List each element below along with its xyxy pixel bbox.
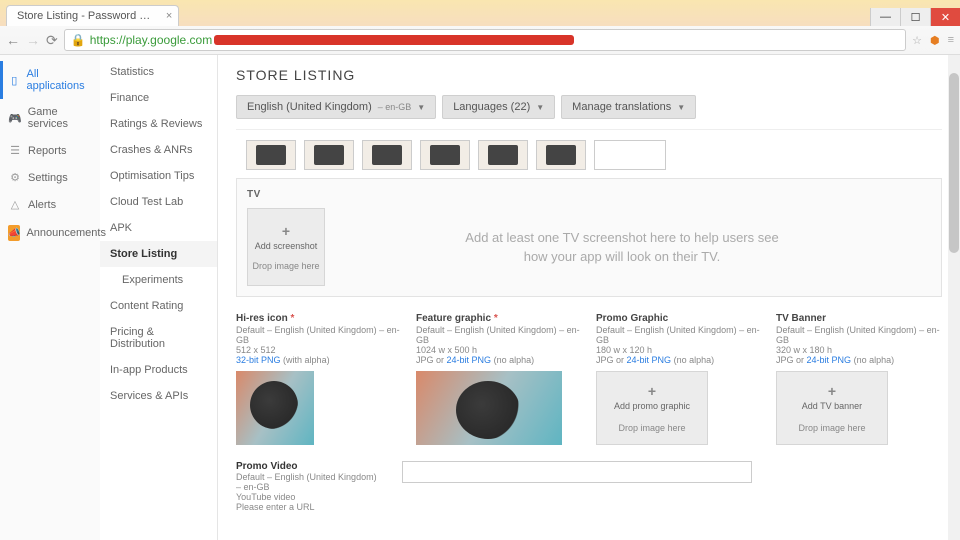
tab-bar: Store Listing - Password … × — ☐ ✕ — [0, 0, 960, 26]
subnav-finance[interactable]: Finance — [100, 85, 217, 111]
extension-icon[interactable]: ⬢ — [930, 34, 940, 47]
nav-alerts[interactable]: △Alerts — [0, 191, 100, 218]
menu-icon[interactable]: ≡ — [948, 34, 954, 46]
subnav-store-listing[interactable]: Store Listing — [100, 241, 217, 267]
nav-game-services[interactable]: 🎮Game services — [0, 99, 100, 137]
subnav-experiments[interactable]: Experiments — [100, 267, 217, 293]
reports-icon: ☰ — [8, 144, 22, 157]
screenshot-thumb[interactable] — [420, 140, 470, 170]
subnav-content-rating[interactable]: Content Rating — [100, 293, 217, 319]
nav-all-applications[interactable]: ▯All applications — [0, 61, 100, 99]
asset-hires: Hi-res icon * Default – English (United … — [236, 313, 402, 445]
add-tv-banner[interactable]: + Add TV banner Drop image here — [776, 371, 888, 445]
plus-icon: + — [282, 223, 290, 239]
screenshot-thumb[interactable] — [304, 140, 354, 170]
plus-icon: + — [828, 383, 836, 399]
screenshot-thumb-row — [236, 130, 942, 178]
url-field[interactable]: 🔒 https://play.google.com — [64, 29, 906, 51]
nav-announcements[interactable]: 📣Announcements — [0, 218, 100, 248]
tab-title: Store Listing - Password … — [17, 10, 150, 22]
promo-video-row: Promo Video Default – English (United Ki… — [236, 461, 942, 512]
asset-promo: Promo Graphic Default – English (United … — [596, 313, 762, 445]
chevron-down-icon: ▼ — [417, 103, 425, 112]
scrollbar[interactable] — [948, 55, 960, 540]
asset-feature: Feature graphic * Default – English (Uni… — [416, 313, 582, 445]
forward-icon[interactable]: → — [26, 32, 40, 49]
pill-languages[interactable]: Languages (22) ▼ — [442, 95, 555, 119]
subnav-cloud-test[interactable]: Cloud Test Lab — [100, 189, 217, 215]
window-controls: — ☐ ✕ — [870, 8, 960, 26]
browser-tab[interactable]: Store Listing - Password … × — [6, 5, 179, 26]
nav-settings[interactable]: ⚙Settings — [0, 164, 100, 191]
chevron-down-icon: ▼ — [677, 103, 685, 112]
hires-preview[interactable] — [236, 371, 314, 445]
star-icon[interactable]: ☆ — [912, 34, 922, 47]
tv-hint: Add at least one TV screenshot here to h… — [343, 228, 931, 267]
page-title: STORE LISTING — [236, 67, 942, 83]
megaphone-icon: 📣 — [8, 225, 20, 241]
gear-icon: ⚙ — [8, 171, 22, 184]
subnav-ratings[interactable]: Ratings & Reviews — [100, 111, 217, 137]
screenshot-thumb[interactable] — [536, 140, 586, 170]
screenshot-thumb[interactable] — [478, 140, 528, 170]
promo-video-url-input[interactable] — [402, 461, 752, 483]
gamepad-icon: 🎮 — [8, 112, 22, 125]
graphic-assets: Hi-res icon * Default – English (United … — [236, 313, 942, 445]
address-bar: ← → ⟳ 🔒 https://play.google.com ☆ ⬢ ≡ — [0, 26, 960, 54]
maximize-button[interactable]: ☐ — [900, 8, 930, 26]
screenshot-thumb[interactable] — [362, 140, 412, 170]
subnav-statistics[interactable]: Statistics — [100, 59, 217, 85]
phone-icon: ▯ — [8, 74, 21, 87]
nav-reports[interactable]: ☰Reports — [0, 137, 100, 164]
subnav-services[interactable]: Services & APIs — [100, 383, 217, 409]
pill-language[interactable]: English (United Kingdom) – en-GB ▼ — [236, 95, 436, 119]
screenshot-thumb[interactable] — [246, 140, 296, 170]
asset-tvbanner: TV Banner Default – English (United King… — [776, 313, 942, 445]
reload-icon[interactable]: ⟳ — [46, 32, 58, 49]
alert-icon: △ — [8, 198, 22, 211]
add-promo-graphic[interactable]: + Add promo graphic Drop image here — [596, 371, 708, 445]
tv-section: TV + Add screenshot Drop image here Add … — [236, 178, 942, 297]
lock-icon: 🔒 — [71, 33, 86, 47]
main-content: STORE LISTING English (United Kingdom) –… — [218, 55, 960, 540]
left-nav: ▯All applications 🎮Game services ☰Report… — [0, 55, 100, 540]
feature-preview[interactable] — [416, 371, 562, 445]
browser-chrome: Store Listing - Password … × — ☐ ✕ ← → ⟳… — [0, 0, 960, 55]
subnav-inapp[interactable]: In-app Products — [100, 357, 217, 383]
language-pill-row: English (United Kingdom) – en-GB ▼ Langu… — [236, 95, 942, 130]
sub-nav: Statistics Finance Ratings & Reviews Cra… — [100, 55, 218, 540]
chevron-down-icon: ▼ — [536, 103, 544, 112]
redacted-url — [214, 35, 574, 45]
add-tv-screenshot[interactable]: + Add screenshot Drop image here — [247, 208, 325, 286]
subnav-pricing[interactable]: Pricing & Distribution — [100, 319, 217, 357]
back-icon[interactable]: ← — [6, 32, 20, 49]
screenshot-empty[interactable] — [594, 140, 666, 170]
subnav-optimisation[interactable]: Optimisation Tips — [100, 163, 217, 189]
minimize-button[interactable]: — — [870, 8, 900, 26]
close-icon[interactable]: × — [166, 10, 172, 22]
close-button[interactable]: ✕ — [930, 8, 960, 26]
plus-icon: + — [648, 383, 656, 399]
tv-label: TV — [247, 189, 931, 200]
subnav-apk[interactable]: APK — [100, 215, 217, 241]
pill-translations[interactable]: Manage translations ▼ — [561, 95, 696, 119]
subnav-crashes[interactable]: Crashes & ANRs — [100, 137, 217, 163]
